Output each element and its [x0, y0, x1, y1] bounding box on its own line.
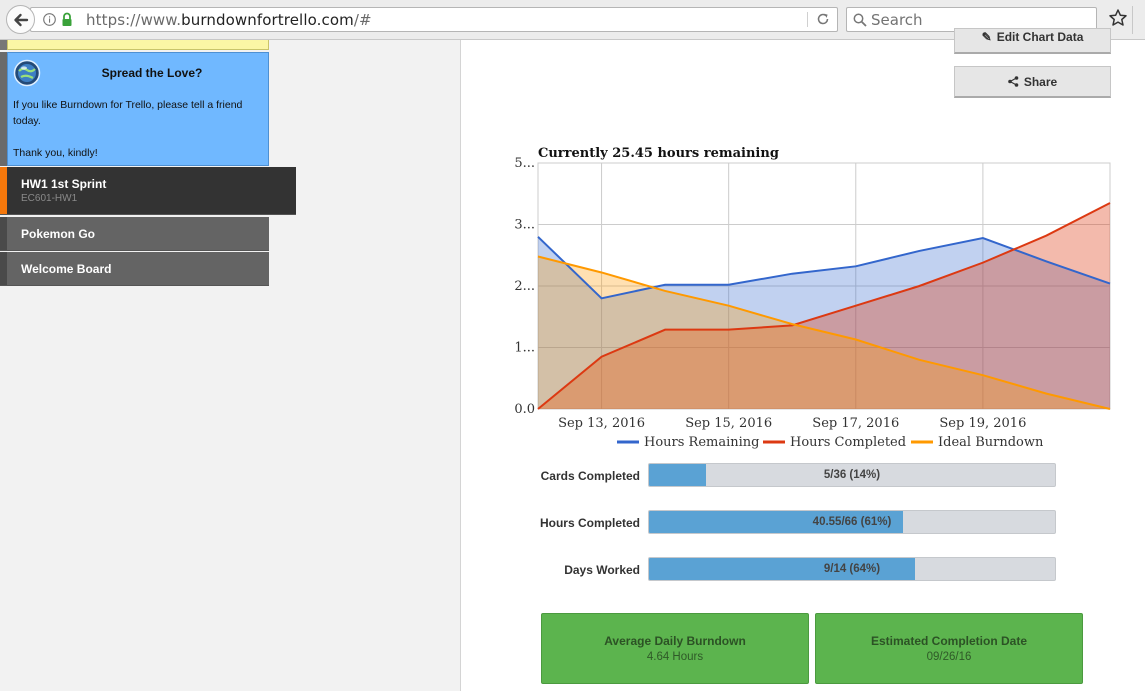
edit-label: Edit Chart Data: [996, 30, 1084, 44]
tile-title: Average Daily Burndown: [604, 634, 746, 648]
promo-panel: Spread the Love? If you like Burndown fo…: [7, 52, 269, 166]
sidebar-item-pokemon-go[interactable]: Pokemon Go: [0, 217, 269, 251]
y-tick-label: 5...: [514, 156, 535, 171]
y-tick-label: 2...: [514, 279, 535, 294]
board-name: Pokemon Go: [21, 227, 96, 241]
board-name: HW1 1st Sprint: [21, 177, 107, 191]
share-button[interactable]: Share: [954, 66, 1111, 98]
tab-edge: [1132, 6, 1145, 34]
legend-label: Hours Completed: [790, 435, 906, 450]
promo-text: If you like Burndown for Trello, please …: [13, 99, 243, 127]
sidebar-item-hw1-1st-sprint[interactable]: HW1 1st Sprint EC601-HW1: [0, 167, 296, 215]
promo-title: Spread the Love?: [101, 66, 203, 80]
progress-text: 40.55/66 (61%): [812, 516, 892, 528]
legend-label: Hours Remaining: [644, 435, 760, 450]
edit-icon: ✎: [981, 30, 992, 44]
info-icon[interactable]: [43, 13, 56, 31]
legend-label: Ideal Burndown: [938, 435, 1044, 450]
reload-icon[interactable]: [816, 12, 830, 31]
tile-value: 4.64 Hours: [646, 651, 704, 663]
promo-bar: [0, 52, 7, 166]
share-label: Share: [1023, 74, 1058, 89]
stat-label: Hours Completed: [539, 516, 640, 530]
promo-thanks: Thank you, kindly!: [13, 147, 98, 159]
note-bar: [0, 40, 7, 50]
item-indicator: [0, 252, 7, 285]
x-tick-label: Sep 13, 2016: [558, 416, 645, 431]
x-tick-label: Sep 17, 2016: [812, 416, 899, 431]
y-tick-label: 3...: [514, 218, 535, 233]
burndown-chart: 0.0 1... 2... 3... 5... Sep 13, 2016 Sep 15, 2…: [514, 156, 1111, 450]
sidebar-item-welcome-board[interactable]: Welcome Board: [0, 252, 269, 286]
estimated-completion-date-tile: Estimated Completion Date 09/26/16: [815, 613, 1083, 684]
x-tick-label: Sep 15, 2016: [685, 416, 772, 431]
search-placeholder: Search: [871, 11, 923, 29]
url-text: https://www.burndownfortrello.com/#: [86, 11, 372, 29]
stat-progress-bar: 9/14 (64%): [648, 557, 1056, 581]
lock-icon: [61, 12, 73, 32]
active-indicator: [0, 167, 7, 214]
promo-body: If you like Burndown for Trello, please …: [13, 97, 263, 177]
edit-chart-data-button[interactable]: ✎ Edit Chart Data: [954, 28, 1111, 54]
yellow-note-panel: [7, 40, 269, 50]
stat-label: Cards Completed: [540, 469, 640, 483]
average-daily-burndown-tile: Average Daily Burndown 4.64 Hours: [541, 613, 809, 684]
back-arrow-icon: [13, 13, 28, 26]
stat-progress-bar: 5/36 (14%): [648, 463, 1056, 487]
url-bar[interactable]: https://www.burndownfortrello.com/#: [30, 7, 838, 32]
stat-label: Days Worked: [564, 563, 640, 577]
share-icon: [1008, 76, 1019, 87]
search-icon: [853, 13, 867, 32]
y-tick-label: 1...: [514, 341, 535, 356]
progress-text: 5/36 (14%): [823, 469, 881, 481]
board-name: Welcome Board: [21, 262, 112, 276]
tile-value: 09/26/16: [926, 651, 972, 663]
back-button[interactable]: [6, 5, 35, 34]
chart-title: Currently 25.45 hours remaining: [538, 146, 779, 161]
stat-progress-bar: 40.55/66 (61%): [648, 510, 1056, 534]
tile-title: Estimated Completion Date: [870, 634, 1028, 648]
progress-text: 9/14 (64%): [823, 563, 881, 575]
bookmark-star-icon[interactable]: [1108, 8, 1128, 33]
y-tick-label: 0.0: [514, 402, 535, 417]
x-tick-label: Sep 19, 2016: [939, 416, 1026, 431]
url-separator: [807, 12, 808, 27]
board-org: EC601-HW1: [21, 193, 78, 204]
item-indicator: [0, 217, 7, 250]
